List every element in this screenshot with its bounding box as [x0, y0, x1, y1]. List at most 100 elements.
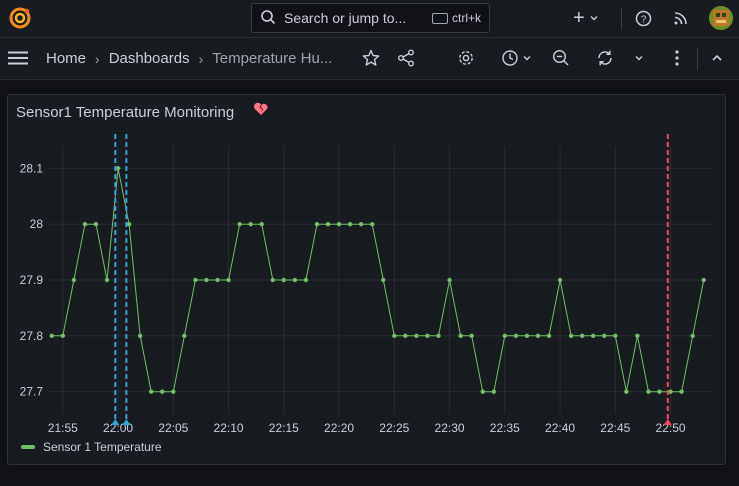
- keyboard-icon: [431, 12, 448, 24]
- data-point: [557, 277, 563, 283]
- plus-icon: +: [573, 7, 585, 29]
- shortcut-label: ctrl+k: [451, 11, 481, 25]
- chevron-right-icon: ›: [95, 50, 100, 67]
- search-shortcut: ctrl+k: [431, 11, 481, 25]
- data-point: [248, 221, 253, 227]
- data-point: [602, 333, 607, 339]
- x-tick-label: 22:05: [158, 421, 188, 435]
- timeseries-panel[interactable]: Sensor1 Temperature Monitoring 27.7 27.8 2…: [7, 94, 726, 465]
- breadcrumb-home[interactable]: Home: [46, 50, 86, 67]
- data-point: [270, 277, 275, 283]
- data-point: [480, 389, 485, 394]
- line-chart[interactable]: 27.727.827.92828.1 21:55 22:00 22:05 22:10 2…: [8, 109, 725, 439]
- dashboard-nav-bar: Home › Dashboards › Temperature Hu...: [0, 38, 739, 80]
- news-button[interactable]: [673, 6, 689, 30]
- data-point: [237, 221, 242, 227]
- data-point: [149, 389, 154, 394]
- star-button[interactable]: [362, 47, 380, 69]
- chevron-down-icon: [523, 56, 531, 61]
- svg-text:?: ?: [641, 14, 647, 25]
- help-button[interactable]: ?: [635, 6, 652, 30]
- x-tick-label: 22:25: [379, 421, 409, 435]
- data-point: [701, 277, 706, 283]
- data-point: [259, 221, 264, 227]
- data-point: [679, 389, 684, 394]
- data-point: [204, 277, 209, 283]
- refresh-interval-chevron-icon: [635, 56, 643, 61]
- grafana-logo-icon[interactable]: [8, 6, 32, 30]
- data-point: [635, 333, 640, 339]
- divider: [621, 8, 622, 30]
- data-point: [591, 333, 596, 339]
- data-point: [425, 333, 430, 339]
- y-tick-label: 27.9: [20, 273, 44, 287]
- data-point: [646, 389, 651, 394]
- more-icon: [675, 50, 679, 66]
- data-point: [458, 333, 463, 339]
- time-picker-button[interactable]: [501, 47, 532, 69]
- data-point: [104, 277, 110, 283]
- x-tick-label: 22:50: [656, 421, 686, 435]
- x-tick-label: 22:15: [269, 421, 299, 435]
- x-axis: 21:55 22:00 22:05 22:10 22:15 22:20 22:25 22:30…: [48, 421, 686, 435]
- x-tick-label: 21:55: [48, 421, 78, 435]
- data-point: [292, 277, 298, 283]
- data-point: [657, 389, 662, 394]
- data-point: [325, 221, 331, 227]
- y-tick-label: 28: [30, 217, 44, 231]
- more-button[interactable]: [674, 47, 680, 69]
- avatar[interactable]: [709, 6, 733, 30]
- top-bar: Search or jump to... ctrl+k + ?: [0, 0, 739, 38]
- help-icon: ?: [635, 10, 652, 26]
- search-icon: [260, 9, 276, 28]
- x-tick-label: 22:40: [545, 421, 575, 435]
- data-point: [160, 389, 165, 394]
- data-point: [82, 221, 88, 227]
- refresh-button[interactable]: [596, 47, 614, 69]
- data-point: [392, 333, 397, 339]
- x-tick-label: 22:10: [214, 421, 244, 435]
- collapse-button[interactable]: [711, 47, 723, 69]
- data-point: [336, 221, 342, 227]
- search-input[interactable]: Search or jump to... ctrl+k: [251, 3, 490, 33]
- data-point: [347, 221, 353, 227]
- share-button[interactable]: [397, 47, 415, 69]
- data-point: [171, 389, 176, 394]
- data-point: [137, 333, 143, 339]
- data-point: [513, 333, 519, 339]
- data-point: [226, 277, 231, 283]
- data-point: [491, 389, 496, 394]
- data-point: [49, 333, 54, 339]
- divider: [697, 48, 698, 70]
- breadcrumb-dashboards[interactable]: Dashboards: [109, 50, 190, 67]
- data-point: [546, 333, 552, 339]
- refresh-interval-button[interactable]: [634, 47, 644, 69]
- data-point: [381, 277, 386, 283]
- legend-item-sensor-1-temperature[interactable]: Sensor 1 Temperature: [43, 440, 162, 454]
- data-point: [403, 333, 408, 339]
- data-point: [93, 221, 99, 227]
- menu-button[interactable]: [8, 47, 28, 69]
- data-point: [60, 333, 66, 339]
- data-point: [193, 277, 198, 283]
- refresh-icon: [598, 50, 612, 66]
- collapse-icon: [712, 54, 722, 61]
- zoom-out-button[interactable]: [552, 47, 570, 69]
- search-placeholder: Search or jump to...: [284, 10, 407, 26]
- data-point: [579, 333, 585, 339]
- chevron-down-icon: [590, 16, 598, 21]
- menu-icon: [8, 51, 28, 65]
- add-new-button[interactable]: +: [573, 6, 599, 30]
- dashboard-settings-button[interactable]: [457, 47, 475, 69]
- data-point: [613, 333, 618, 339]
- data-point: [524, 333, 530, 339]
- data-point: [303, 277, 309, 283]
- data-point: [115, 166, 121, 171]
- y-tick-label: 27.7: [20, 385, 44, 399]
- data-point: [314, 221, 320, 227]
- share-icon: [398, 49, 414, 67]
- data-point: [414, 333, 419, 339]
- x-tick-label: 22:30: [435, 421, 465, 435]
- breadcrumb-current: Temperature Hu...: [212, 50, 333, 67]
- news-icon: [674, 12, 687, 25]
